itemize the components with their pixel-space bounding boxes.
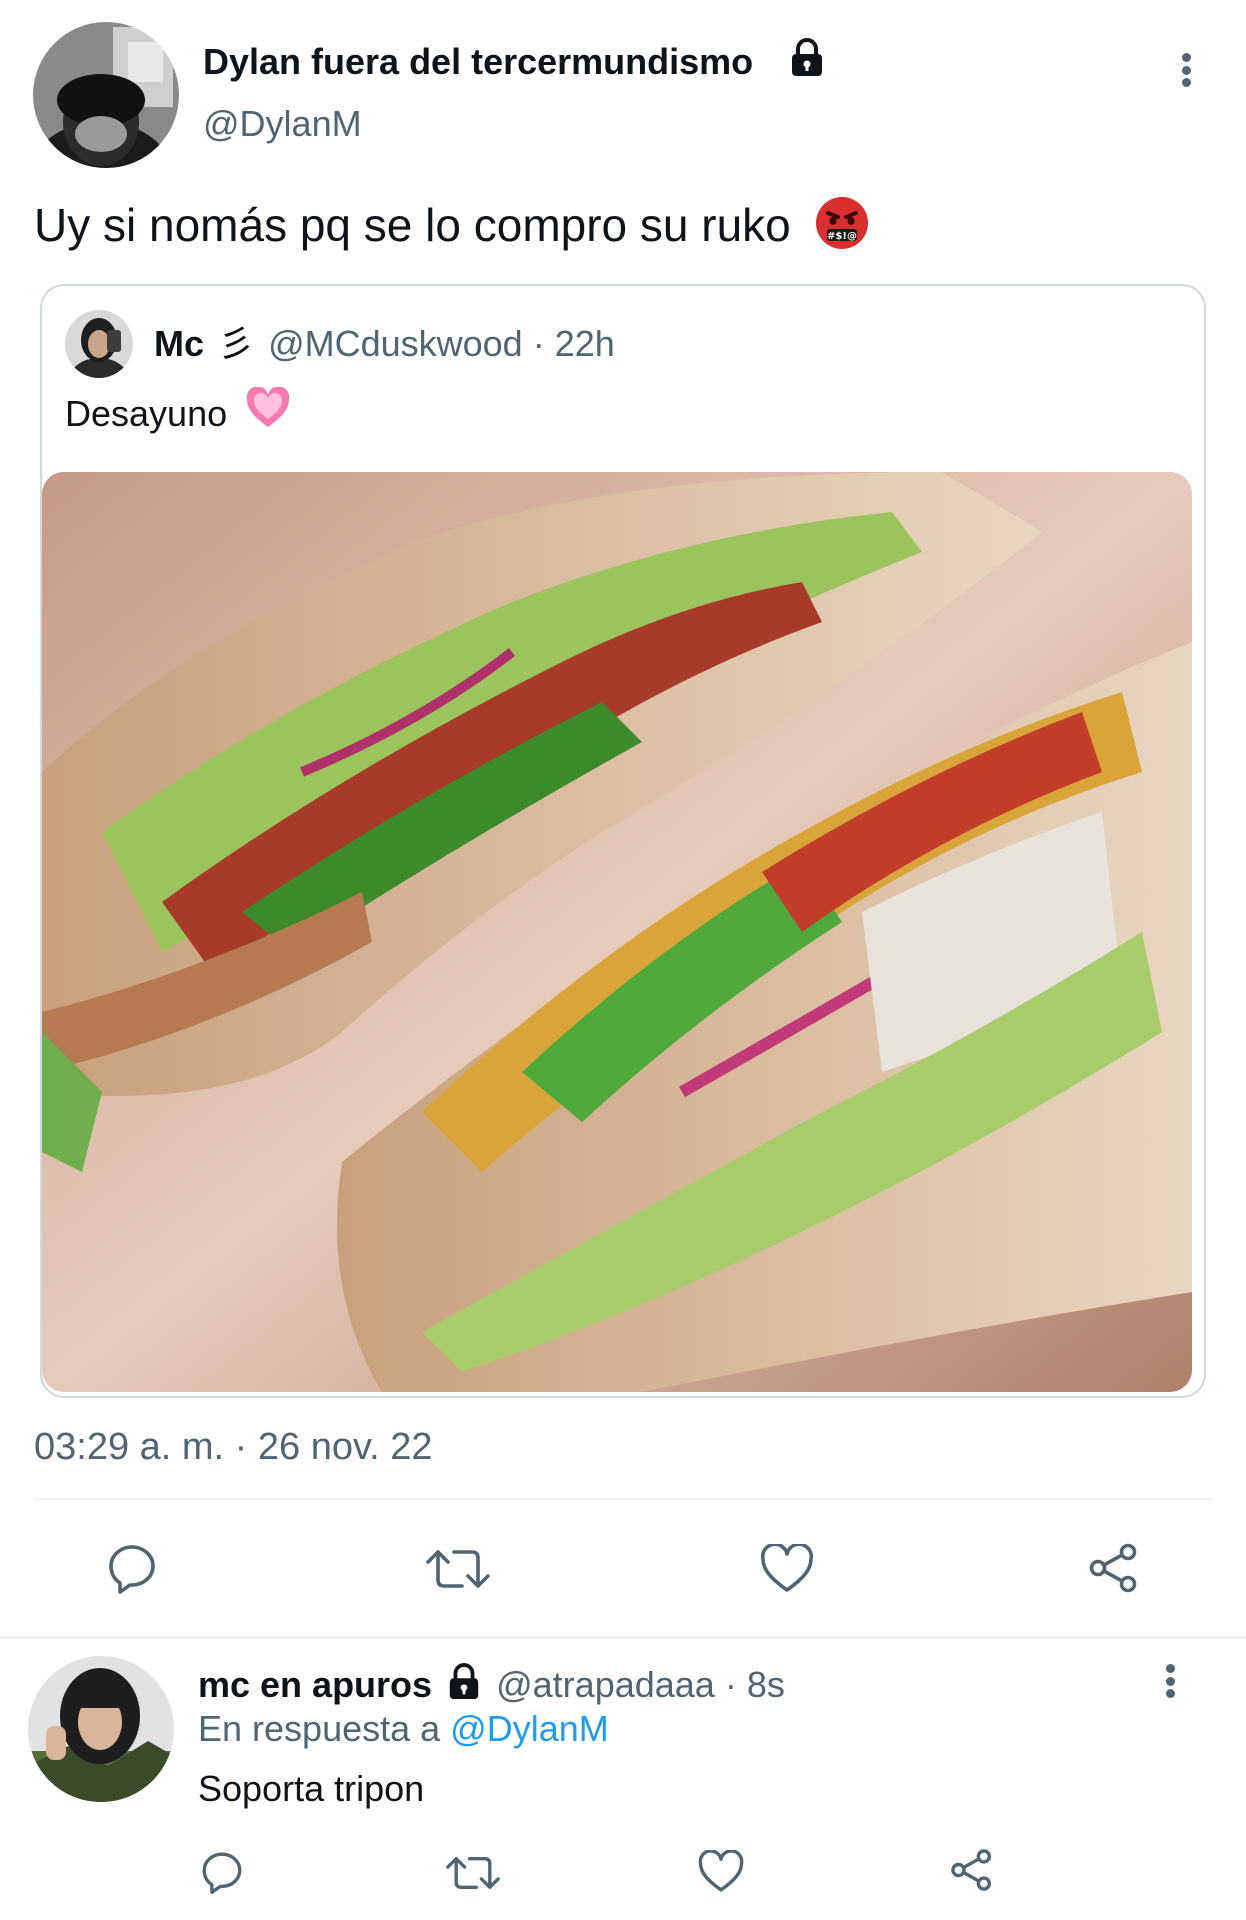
author-handle[interactable]: @DylanM xyxy=(203,102,362,146)
svg-text:#$!@: #$!@ xyxy=(827,231,857,242)
reply-avatar[interactable] xyxy=(28,1656,174,1802)
reply-time: · 8s xyxy=(724,1664,785,1705)
quoted-name-emoji: 彡 xyxy=(218,323,255,364)
section-divider xyxy=(0,1636,1246,1639)
reply-reply-icon[interactable] xyxy=(200,1850,244,1894)
reply-more-options-icon[interactable] xyxy=(1164,1664,1176,1698)
quoted-handle[interactable]: @MCduskwood xyxy=(268,323,523,364)
reply-context: En respuesta a @DylanM xyxy=(198,1706,609,1752)
lock-icon xyxy=(788,38,826,83)
sandwich-photo[interactable] xyxy=(42,472,1192,1392)
quoted-tweet[interactable]: Mc 彡 @MCduskwood · 22h Desayuno xyxy=(40,284,1206,1398)
reply-icon[interactable] xyxy=(106,1542,158,1594)
author-name[interactable]: Dylan fuera del tercermundismo xyxy=(203,40,753,84)
reply-header: mc en apuros @atrapadaaa · 8s xyxy=(198,1662,785,1712)
share-icon[interactable] xyxy=(1088,1542,1140,1594)
tweet-text: Uy si nomás pq se lo compro su ruko #$!@ xyxy=(34,195,870,263)
quoted-avatar xyxy=(65,310,133,378)
quoted-name[interactable]: Mc xyxy=(154,323,204,364)
reply-handle[interactable]: @atrapadaaa xyxy=(496,1664,715,1705)
quoted-time: · 22h xyxy=(532,323,615,364)
tweet-timestamp[interactable]: 03:29 a. m. · 26 nov. 22 xyxy=(34,1422,433,1472)
author-avatar[interactable] xyxy=(33,22,179,168)
reply-author-name[interactable]: mc en apuros xyxy=(198,1664,432,1705)
emoji-growing-heart-icon xyxy=(245,386,291,445)
quoted-header: Mc 彡 @MCduskwood · 22h xyxy=(154,322,615,366)
reply-like-icon[interactable] xyxy=(698,1850,744,1894)
reply-to-mention[interactable]: @DylanM xyxy=(450,1708,609,1749)
reply-retweet-icon[interactable] xyxy=(446,1852,500,1894)
reply-text: Soporta tripon xyxy=(198,1768,425,1809)
more-options-icon[interactable] xyxy=(1180,53,1192,87)
reply-prefix: En respuesta a xyxy=(198,1708,441,1749)
quoted-text-row: Desayuno xyxy=(65,386,291,445)
lock-icon xyxy=(446,1663,482,1712)
emoji-cursing-icon: #$!@ xyxy=(814,195,870,263)
retweet-icon[interactable] xyxy=(426,1544,490,1594)
quoted-text: Desayuno xyxy=(65,393,228,434)
like-icon[interactable] xyxy=(760,1544,814,1594)
reply-share-icon[interactable] xyxy=(950,1848,994,1892)
divider xyxy=(34,1498,1212,1500)
